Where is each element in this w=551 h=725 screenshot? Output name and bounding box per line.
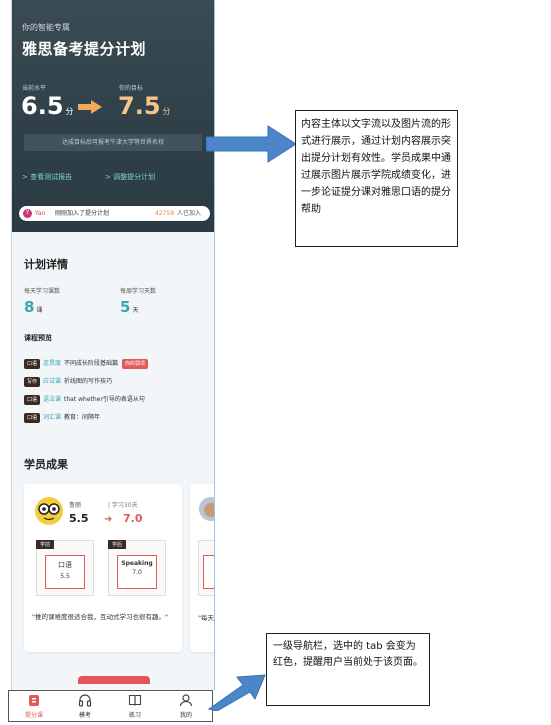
page-title: 雅思备考提分计划 xyxy=(22,40,147,58)
before-score: 5.5 xyxy=(60,573,70,580)
after-score-sheet: Speaking 7.0 xyxy=(117,555,157,589)
hero-banner: 你的智能专属 雅思备考提分计划 当前水平 你的目标 6.5 分 7.5 分 达成目标… xyxy=(12,0,214,232)
view-report-link[interactable]: > 查看测试报告 xyxy=(22,172,72,182)
course-type: 语法课 xyxy=(43,396,62,403)
after-score-image: 学后 Speaking 7.0 xyxy=(108,540,166,596)
before-label: 口语 xyxy=(58,561,72,569)
course-item[interactable]: 口语 语法课 that whether引导的表语从句 xyxy=(24,395,145,405)
bottom-tab-bar: 提分课 模考 练习 我的 xyxy=(8,690,213,722)
before-score-image: 学前 口语 5.5 xyxy=(36,540,94,596)
hero-tagline: 你的智能专属 xyxy=(22,23,70,32)
headphones-icon xyxy=(78,694,92,707)
course-tag: 口语 xyxy=(24,395,41,405)
tab-mock-exam[interactable]: 模考 xyxy=(60,691,110,721)
joined-suffix: 人已加入 xyxy=(177,210,202,217)
course-preview-title: 课程预览 xyxy=(24,334,52,342)
join-notice: Y Yao 刚刚加入了提分计划 42759 人已加入 xyxy=(19,206,210,221)
current-score: 6.5 分 xyxy=(21,92,74,120)
tab-label: 练习 xyxy=(128,712,141,719)
study-days: | 学习30天 xyxy=(108,502,138,509)
tab-label: 模考 xyxy=(78,712,91,719)
daily-lessons-value: 8课 xyxy=(24,298,43,316)
target-school-bar: 达成目标后可报考牛津大学等世界名校 xyxy=(24,134,202,151)
tab-profile[interactable]: 我的 xyxy=(161,691,211,721)
after-score: 7.0 xyxy=(132,569,142,576)
course-tag: 口语 xyxy=(24,413,41,423)
weekly-days-value: 5天 xyxy=(120,298,139,316)
adjust-plan-link[interactable]: > 调整提分计划 xyxy=(105,172,155,182)
annotation-tabbar-note: 一级导航栏，选中的 tab 会变为红色，提醒用户当前处于该页面。 xyxy=(266,633,430,706)
book-icon xyxy=(128,694,142,706)
student-avatar xyxy=(199,497,214,521)
student-results-title: 学员成果 xyxy=(24,458,68,471)
student-result-card[interactable]: "每天 xyxy=(190,484,214,652)
callout-arrow-icon xyxy=(207,674,266,711)
score-before: 5.5 xyxy=(69,512,89,525)
student-quote: "推的课难度很适合我，互动式学习也很有趣。" xyxy=(32,613,168,621)
student-result-card[interactable]: 鲁丽 | 学习30天 5.5 ➜ 7.0 学前 口语 5.5 学后 Speaki… xyxy=(24,484,182,652)
current-level-label: 当前水平 xyxy=(22,85,47,92)
after-tag: 学后 xyxy=(108,540,127,549)
weak-point-badge: 你的弱项 xyxy=(122,359,149,369)
plan-details-title: 计划详情 xyxy=(24,258,68,271)
goal-score: 7.5 分 xyxy=(118,92,171,120)
goal-label: 你的目标 xyxy=(119,85,144,92)
phone-screen: 你的智能专属 雅思备考提分计划 当前水平 你的目标 6.5 分 7.5 分 达成目标… xyxy=(11,0,215,690)
course-desc: that whether引导的表语从句 xyxy=(64,396,145,403)
after-label: Speaking xyxy=(121,560,153,567)
course-type: 连贯度 xyxy=(43,360,62,367)
student-quote: "每天 xyxy=(198,614,214,622)
student-name: 鲁丽 xyxy=(69,502,82,509)
avatar: Y xyxy=(23,209,32,218)
student-avatar xyxy=(35,497,63,525)
lesson-icon xyxy=(29,695,39,706)
score-image xyxy=(198,540,214,596)
person-icon xyxy=(179,694,193,707)
course-desc: 折线图的写作技巧 xyxy=(64,378,113,385)
tab-label: 我的 xyxy=(179,712,192,719)
course-type: 应试课 xyxy=(43,378,62,385)
join-plan-button[interactable] xyxy=(78,676,150,684)
weekly-days-label: 每周学习天数 xyxy=(120,288,157,295)
course-item[interactable]: 写作 应试课 折线图的写作技巧 xyxy=(24,377,112,387)
improve-arrow-icon: ➜ xyxy=(104,514,113,525)
before-score-sheet: 口语 5.5 xyxy=(45,555,85,589)
score-sheet xyxy=(203,555,214,589)
tab-practice[interactable]: 练习 xyxy=(110,691,160,721)
course-desc: 教育：间隔年 xyxy=(64,414,101,421)
tab-label: 提分课 xyxy=(24,712,43,719)
notice-user-name: Yao xyxy=(35,210,46,217)
course-item[interactable]: 口语 连贯度 不同成长阶段基础篇 你的弱项 xyxy=(24,359,149,369)
before-tag: 学前 xyxy=(36,540,55,549)
notice-message: 刚刚加入了提分计划 xyxy=(55,210,110,217)
course-desc: 不同成长阶段基础篇 xyxy=(64,360,119,367)
callout-arrow-icon xyxy=(206,125,297,163)
annotation-content-note: 内容主体以文字流以及图片流的形式进行展示，通过计划内容展示突出提分计划有效性。学… xyxy=(295,110,458,247)
daily-lessons-label: 每天学习课数 xyxy=(24,288,61,295)
tab-lessons[interactable]: 提分课 xyxy=(9,691,59,721)
course-tag: 写作 xyxy=(24,377,41,387)
course-type: 词汇课 xyxy=(43,414,62,421)
joined-count: 42759 xyxy=(155,210,175,217)
course-tag: 口语 xyxy=(24,359,41,369)
score-after: 7.0 xyxy=(123,512,143,525)
arrow-right-icon xyxy=(78,100,102,114)
course-item[interactable]: 口语 词汇课 教育：间隔年 xyxy=(24,413,100,423)
